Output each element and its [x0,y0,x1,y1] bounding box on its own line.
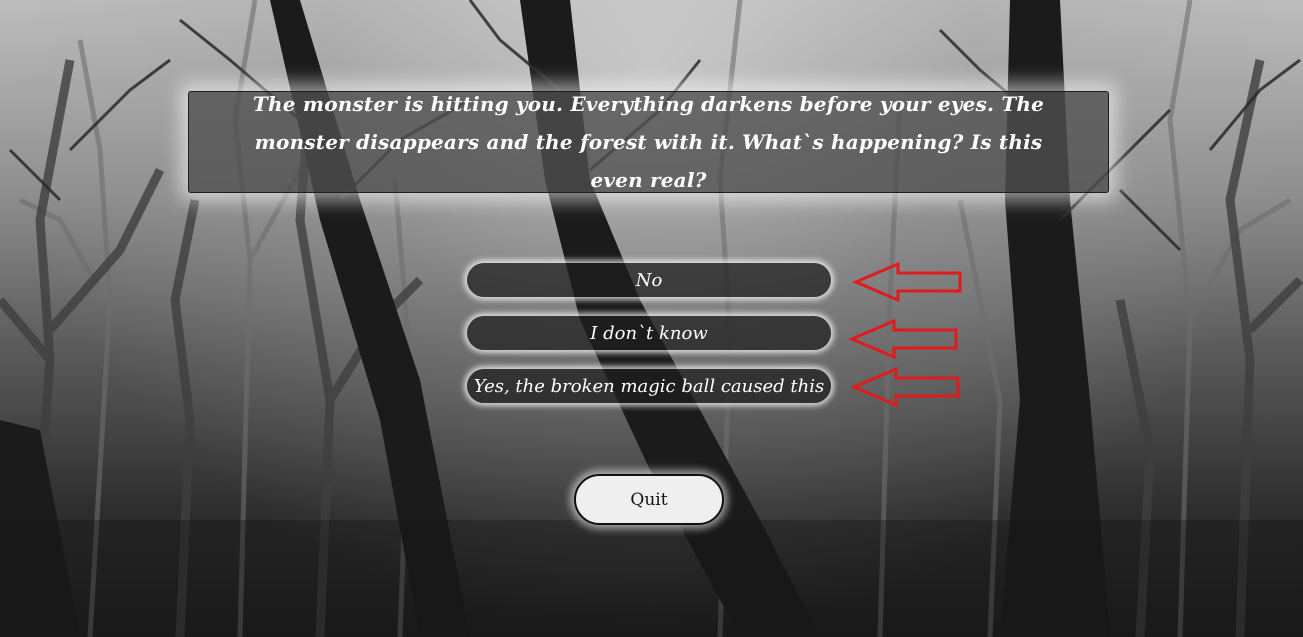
story-text: The monster is hitting you. Everything d… [252,92,1045,192]
left-arrow-icon [850,366,960,408]
choice-button-no[interactable]: No [467,263,831,297]
left-arrow-icon [848,318,958,360]
choice-button-yes-magic-ball[interactable]: Yes, the broken magic ball caused this [467,369,831,403]
choice-button-dont-know[interactable]: I don`t know [467,316,831,350]
left-arrow-icon [852,261,962,303]
quit-button[interactable]: Quit [574,474,724,525]
story-panel: The monster is hitting you. Everything d… [188,91,1109,193]
